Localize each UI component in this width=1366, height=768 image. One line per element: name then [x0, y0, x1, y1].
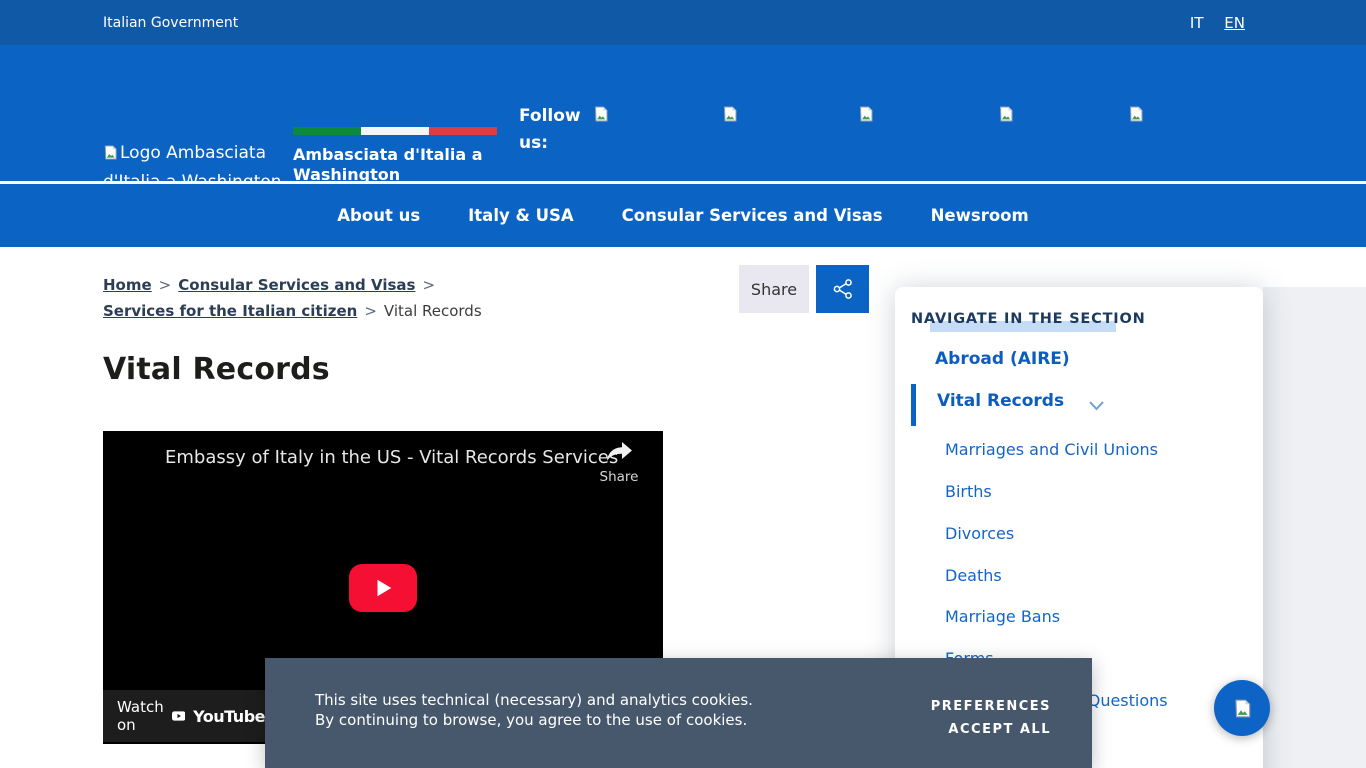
- breadcrumb-consular[interactable]: Consular Services and Visas: [178, 276, 415, 294]
- page-share-control: Share: [739, 265, 869, 313]
- social-link-1[interactable]: [593, 106, 611, 124]
- follow-us-label: Follow us:: [519, 103, 591, 157]
- play-icon: [372, 577, 394, 599]
- broken-image-icon: [1128, 106, 1144, 122]
- government-label: Italian Government: [103, 15, 238, 31]
- breadcrumb-services-citizen[interactable]: Services for the Italian citizen: [103, 302, 357, 320]
- breadcrumb-current: Vital Records: [384, 302, 482, 320]
- site-header: Logo Ambasciata d'Italia a Washington Am…: [0, 45, 1366, 181]
- cookie-message: This site uses technical (necessary) and…: [315, 690, 753, 730]
- broken-image-icon: [1233, 699, 1252, 718]
- breadcrumb-separator: >: [422, 276, 435, 294]
- breadcrumb-separator: >: [364, 302, 377, 320]
- page-gutter: [1263, 287, 1366, 768]
- main-navigation: About us Italy & USA Consular Services a…: [0, 181, 1366, 247]
- sidebar-item-divorces[interactable]: Divorces: [945, 524, 1014, 543]
- cookie-message-line1: This site uses technical (necessary) and…: [315, 690, 753, 710]
- video-share-label: Share: [597, 469, 641, 485]
- language-switcher: IT EN: [1174, 14, 1245, 32]
- breadcrumb-home[interactable]: Home: [103, 276, 152, 294]
- share-arrow-icon: [606, 441, 633, 463]
- watch-on-youtube-button[interactable]: Watch on YouTube: [103, 690, 265, 742]
- cookie-consent-banner: This site uses technical (necessary) and…: [265, 658, 1092, 768]
- youtube-logo-icon: [172, 707, 185, 725]
- flag-red: [429, 127, 497, 135]
- broken-image-icon: [103, 145, 118, 160]
- cookie-actions: PREFERENCES ACCEPT ALL: [931, 695, 1051, 741]
- video-play-button[interactable]: [349, 564, 417, 612]
- italian-flag-stripe: [293, 127, 497, 135]
- lang-en-link[interactable]: EN: [1224, 14, 1245, 32]
- sidebar-item-births[interactable]: Births: [945, 482, 992, 501]
- broken-image-icon: [998, 106, 1014, 122]
- flag-white: [361, 127, 429, 135]
- sidebar-item-marriage-bans[interactable]: Marriage Bans: [945, 607, 1060, 626]
- active-item-bar: [911, 384, 916, 426]
- broken-image-icon: [858, 106, 874, 122]
- government-topbar: Italian Government IT EN: [0, 0, 1366, 45]
- nav-consular-services[interactable]: Consular Services and Visas: [622, 206, 883, 225]
- floating-widget-button[interactable]: [1214, 680, 1270, 736]
- sidebar-item-deaths[interactable]: Deaths: [945, 566, 1002, 585]
- broken-image-icon: [722, 106, 738, 122]
- social-link-2[interactable]: [722, 106, 740, 124]
- sidebar-item-abroad-aire[interactable]: Abroad (AIRE): [935, 349, 1070, 369]
- video-share-button[interactable]: Share: [597, 441, 641, 485]
- social-link-4[interactable]: [998, 106, 1016, 124]
- cookie-preferences-button[interactable]: PREFERENCES: [931, 695, 1051, 718]
- cookie-message-line2: By continuing to browse, you agree to th…: [315, 710, 753, 730]
- sidebar-heading: NAVIGATE IN THE SECTION: [911, 311, 1146, 327]
- breadcrumb: Home > Consular Services and Visas > Servic…: [103, 272, 723, 324]
- breadcrumb-separator: >: [159, 276, 172, 294]
- site-brand-title[interactable]: Ambasciata d'Italia a Washington: [293, 145, 508, 185]
- cookie-accept-all-button[interactable]: ACCEPT ALL: [948, 718, 1051, 741]
- share-button[interactable]: [816, 265, 869, 313]
- broken-image-icon: [593, 106, 609, 122]
- share-nodes-icon: [831, 277, 855, 301]
- social-link-3[interactable]: [858, 106, 876, 124]
- nav-italy-usa[interactable]: Italy & USA: [468, 206, 574, 225]
- nav-about-us[interactable]: About us: [337, 206, 420, 225]
- sidebar-item-vital-records[interactable]: Vital Records: [937, 391, 1064, 411]
- lang-it-link[interactable]: IT: [1190, 14, 1204, 32]
- page-title: Vital Records: [103, 352, 330, 387]
- embassy-webpage: Italian Government IT EN Logo Ambasciata…: [0, 0, 1366, 768]
- watch-on-label: Watch on: [117, 698, 164, 734]
- youtube-wordmark: YouTube: [193, 707, 265, 726]
- social-link-5[interactable]: [1128, 106, 1146, 124]
- chevron-down-icon[interactable]: [1088, 397, 1105, 416]
- share-label[interactable]: Share: [739, 265, 809, 313]
- sidebar-item-marriages[interactable]: Marriages and Civil Unions: [945, 440, 1158, 459]
- flag-green: [293, 127, 361, 135]
- nav-newsroom[interactable]: Newsroom: [931, 206, 1029, 225]
- video-title[interactable]: Embassy of Italy in the US - Vital Recor…: [165, 447, 618, 468]
